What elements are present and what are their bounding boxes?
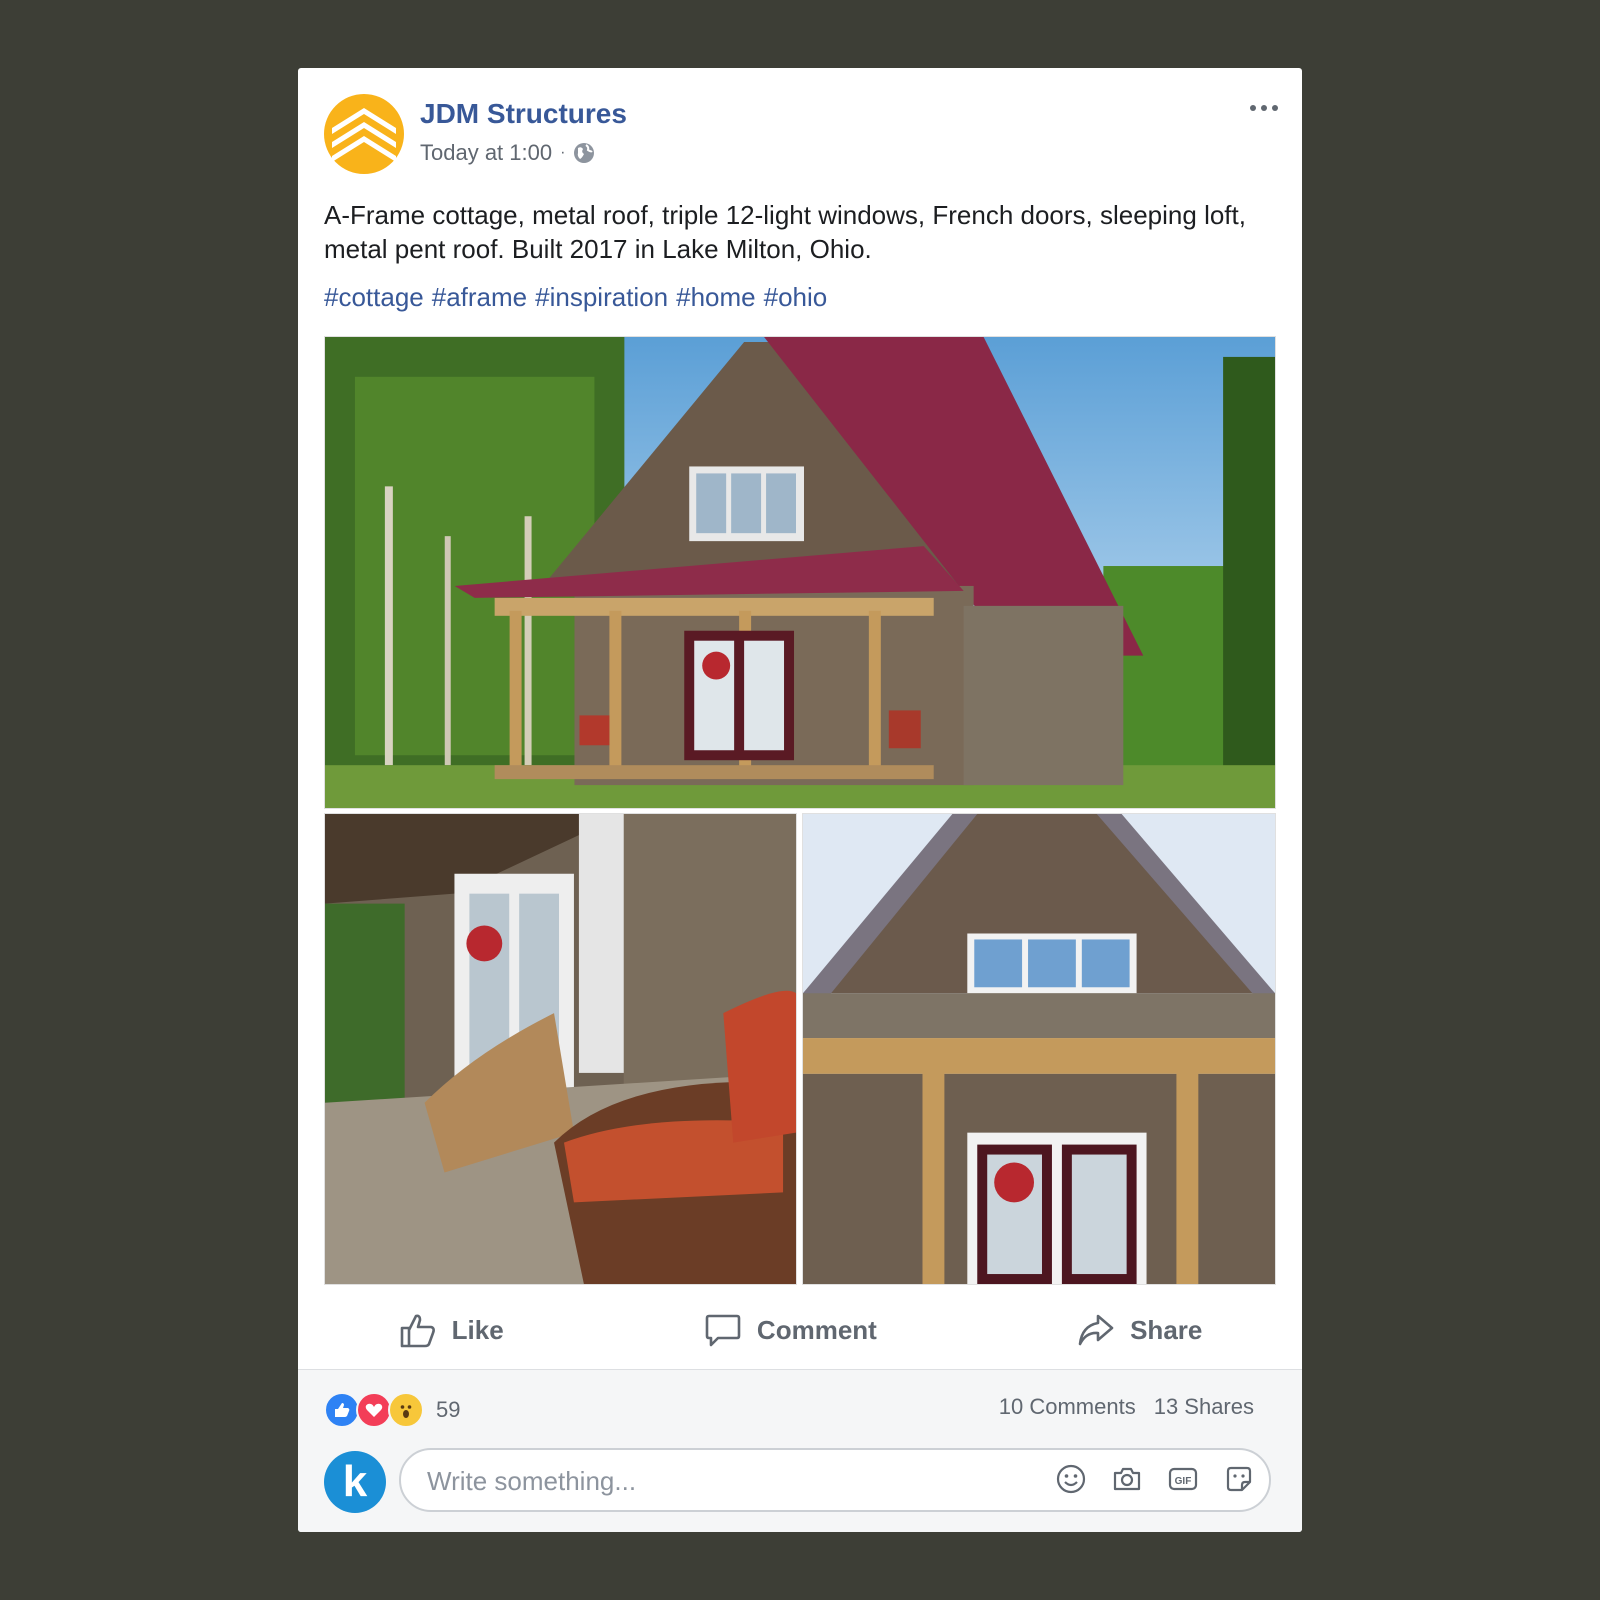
like-reaction-icon [324, 1392, 360, 1428]
porch-chairs-image [325, 814, 796, 1284]
hashtag-link[interactable]: #home [676, 282, 756, 313]
photo-porch-chairs[interactable] [324, 813, 797, 1285]
more-dot [1250, 105, 1256, 111]
engagement-counts: 10 Comments 13 Shares [999, 1394, 1254, 1420]
hashtag-link[interactable]: #inspiration [535, 282, 668, 313]
camera-icon[interactable] [1111, 1463, 1143, 1495]
emoji-icon[interactable] [1055, 1463, 1087, 1495]
hashtag-link[interactable]: #ohio [764, 282, 828, 313]
globe-icon [574, 143, 595, 163]
more-dot [1272, 105, 1278, 111]
photo-gable-front-door[interactable] [802, 813, 1276, 1285]
comment-input[interactable] [425, 1450, 1009, 1512]
cottage-front-image [325, 337, 1275, 808]
shares-count-link[interactable]: 13 Shares [1154, 1394, 1254, 1420]
thumbs-up-icon [400, 1314, 435, 1348]
like-label: Like [451, 1314, 504, 1345]
reaction-summary[interactable]: 59 [324, 1392, 460, 1428]
gable-front-image [803, 814, 1275, 1284]
share-label: Share [1130, 1314, 1203, 1345]
user-avatar-letter: k [342, 1457, 368, 1506]
page-name[interactable]: JDM Structures [420, 98, 627, 130]
post-actions: Like Comment Share [298, 1294, 1302, 1366]
meta-separator: · [560, 144, 566, 161]
share-button[interactable]: Share [1076, 1310, 1202, 1350]
wow-reaction-icon [388, 1392, 424, 1428]
more-options-button[interactable] [1246, 96, 1282, 120]
share-arrow-icon [1078, 1314, 1114, 1346]
svg-text:GIF: GIF [1175, 1476, 1192, 1487]
reaction-count: 59 [436, 1397, 461, 1422]
post-text: A-Frame cottage, metal roof, triple 12-l… [324, 200, 1246, 264]
post-meta: Today at 1:00 · [420, 140, 595, 166]
hashtag-link[interactable]: #cottage [324, 282, 424, 313]
page-avatar[interactable] [324, 94, 404, 174]
comment-bubble-icon [705, 1314, 741, 1347]
post-card: JDM Structures Today at 1:00 · A-Frame c… [298, 68, 1302, 1532]
hashtag-link[interactable]: #aframe [432, 282, 527, 313]
love-reaction-icon [356, 1392, 392, 1428]
gif-icon[interactable]: GIF [1167, 1463, 1199, 1495]
comment-composer[interactable]: GIF [399, 1448, 1271, 1512]
comment-label: Comment [756, 1314, 877, 1345]
more-dot [1261, 105, 1267, 111]
sticker-icon[interactable] [1223, 1463, 1255, 1495]
comment-button[interactable]: Comment [703, 1310, 877, 1350]
comments-count-link[interactable]: 10 Comments [999, 1394, 1136, 1420]
post-footer: 59 10 Comments 13 Shares k GIF [298, 1369, 1302, 1532]
user-avatar[interactable]: k [324, 1451, 386, 1513]
composer-tools: GIF [1055, 1463, 1255, 1495]
hashtag-list: #cottage #aframe #inspiration #home #ohi… [324, 282, 827, 313]
photo-cottage-front[interactable] [324, 336, 1276, 809]
like-button[interactable]: Like [398, 1310, 504, 1350]
post-timestamp[interactable]: Today at 1:00 [420, 140, 552, 166]
